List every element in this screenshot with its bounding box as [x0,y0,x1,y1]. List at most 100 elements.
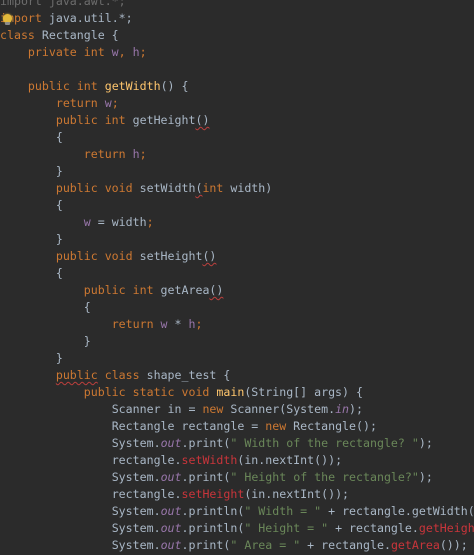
code-token: class [0,28,35,42]
code-line[interactable]: System.out.println(" Height = " + rectan… [0,520,474,537]
code-token: w [83,215,91,229]
code-line[interactable]: public int getArea() [0,282,224,299]
code-token: System. [111,470,161,484]
code-line[interactable]: { [0,197,63,214]
code-token: setWidth [132,181,196,195]
code-token: ); [418,470,433,484]
code-token: .print( [181,538,231,552]
code-token: getWidth [97,79,161,93]
code-line[interactable]: class Rectangle { [0,27,119,44]
code-token: new [265,419,287,433]
code-line[interactable]: Scanner in = new Scanner(System.in); [0,401,363,418]
code-token: public static void [83,385,210,399]
code-token: import java.awt.*; [0,0,126,8]
code-token: setWidth [181,453,238,467]
code-token: .print( [181,436,231,450]
code-token: out [160,538,182,552]
code-token: ); [349,402,364,416]
code-token: int [202,181,224,195]
code-line[interactable]: { [0,129,63,146]
code-token: Rectangle rectangle = [111,419,266,433]
intention-bulb-icon[interactable] [3,14,12,25]
code-line[interactable]: public static void main(String[] args) { [0,384,363,401]
code-token: setHeight [181,487,245,501]
code-token: " Height of the rectangle?" [230,470,419,484]
code-line[interactable]: rectangle.setWidth(in.nextInt()); [0,452,342,469]
code-token: return [83,147,126,161]
code-token: getHeight [125,113,196,127]
code-line[interactable]: { [0,299,91,316]
code-token: Rectangle { [34,28,119,42]
code-token: " Area = " [230,538,301,552]
code-token: ()); [439,538,468,552]
code-token: getArea [153,283,210,297]
code-line[interactable]: return h; [0,146,147,163]
code-token: w [104,45,119,59]
code-token: ; [139,147,147,161]
code-line[interactable]: System.out.print(" Width of the rectangl… [0,435,433,452]
code-line[interactable]: private int w, h; [0,44,147,61]
code-line[interactable]: { [0,265,63,282]
code-token: " Width of the rectangle? " [230,436,419,450]
code-token: rectangle. [111,453,182,467]
code-line[interactable]: System.out.print(" Height of the rectang… [0,469,433,486]
code-token: .println( [181,521,245,535]
code-token: System. [111,521,161,535]
code-line[interactable]: import java.util.*; [0,10,133,27]
code-token: main [209,385,245,399]
code-token: { [0,300,91,314]
code-token: Scanner(System. [223,402,336,416]
code-token: () { [160,79,189,93]
code-line[interactable]: public int getHeight() [0,112,210,129]
code-token: Scanner in = [111,402,203,416]
code-token: w [153,317,168,331]
code-line[interactable]: System.out.println(" Width = " + rectang… [0,503,474,520]
code-line[interactable]: import java.awt.*; [0,0,126,10]
code-token: out [160,436,182,450]
code-line[interactable]: rectangle.setHeight(in.nextInt()); [0,486,349,503]
code-line[interactable]: w = width; [0,214,154,231]
code-line[interactable]: public int getWidth() { [0,78,189,95]
code-token: private int [27,45,105,59]
code-line[interactable]: } [0,163,63,180]
code-line[interactable]: public void setHeight() [0,248,217,265]
code-line[interactable]: } [0,350,63,367]
code-token: w [97,96,112,110]
code-token: " Height = " [244,521,329,535]
code-line[interactable]: System.out.print(" Area = " + rectangle.… [0,537,468,554]
code-line[interactable]: return w; [0,95,119,112]
code-line[interactable]: } [0,333,91,350]
code-editor[interactable]: import java.awt.*; import java.util.*; cla… [0,0,474,555]
code-token: * [167,317,189,331]
code-token: ; [146,215,154,229]
code-token: ; [111,96,119,110]
code-line[interactable]: public void setWidth(int width) [0,180,272,197]
code-line[interactable]: public class shape_test { [0,367,231,384]
code-token: out [160,504,182,518]
code-line[interactable]: Rectangle rectangle = new Rectangle(); [0,418,377,435]
code-token: { [0,198,63,212]
code-token: (String[] args) { [244,385,363,399]
code-line[interactable]: return w * h; [0,316,203,333]
code-token: ; [139,45,147,59]
code-token: ); [418,436,433,450]
code-token: Rectangle(); [286,419,377,433]
code-token: + rectangle. [328,521,419,535]
code-token: public void [55,181,133,195]
code-token: class [97,368,140,382]
code-line[interactable]: } [0,231,63,248]
code-token: in [335,402,350,416]
code-token: public [55,368,98,382]
